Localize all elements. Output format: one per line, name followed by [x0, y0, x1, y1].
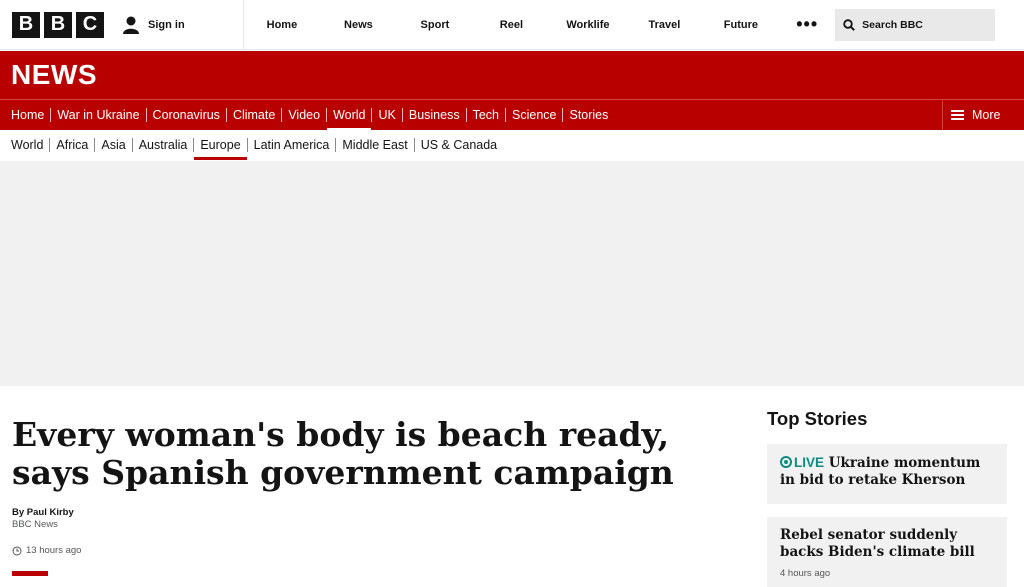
nav-more-label: More [972, 108, 1001, 122]
headline-line-1: Every woman's body is beach ready, [12, 415, 670, 454]
subnav-us-canada[interactable]: US & Canada [415, 130, 503, 160]
top-stories-title: Top Stories [767, 408, 868, 429]
nav-more-button[interactable]: More [942, 99, 1024, 131]
subnav-australia[interactable]: Australia [133, 130, 194, 160]
article-headline: Every woman's body is beach ready, says … [12, 416, 712, 492]
top-nav-travel[interactable]: Travel [626, 19, 703, 31]
nav-war-in-ukraine[interactable]: War in Ukraine [51, 100, 145, 131]
article-org: BBC News [12, 519, 58, 530]
top-story-time: 4 hours ago [780, 568, 831, 579]
hamburger-icon [951, 110, 964, 120]
top-story-headline: Rebel senator suddenly backs Biden's cli… [780, 527, 975, 560]
logo-letter-c: C [76, 11, 104, 38]
sign-in-label: Sign in [148, 18, 185, 31]
nav-climate[interactable]: Climate [227, 100, 281, 131]
ad-placeholder [0, 161, 1024, 386]
more-menu-icon[interactable]: ••• [779, 14, 835, 35]
search-box[interactable]: Search BBC [835, 8, 996, 41]
top-story-item[interactable]: Rebel senator suddenly backs Biden's cli… [767, 517, 1007, 587]
news-brand[interactable]: NEWS [11, 59, 97, 91]
logo-letter-b1: B [12, 11, 40, 38]
user-icon [123, 16, 139, 34]
nav-stories[interactable]: Stories [563, 100, 614, 131]
bbc-logo[interactable]: B B C [12, 11, 104, 38]
share-tag[interactable] [12, 571, 48, 576]
live-icon [780, 456, 792, 468]
live-badge: LIVE [780, 455, 824, 470]
primary-nav: Home War in Ukraine Coronavirus Climate … [0, 99, 1024, 131]
logo-letter-b2: B [44, 11, 72, 38]
top-nav-news[interactable]: News [320, 19, 397, 31]
top-nav-worklife[interactable]: Worklife [550, 19, 627, 31]
article-byline: By Paul Kirby BBC News [12, 507, 74, 531]
bbc-top-nav: Home News Sport Reel Worklife Travel Fut… [242, 0, 780, 50]
search-label: Search BBC [862, 18, 923, 31]
subnav-latin-america[interactable]: Latin America [248, 130, 336, 160]
article-time: 13 hours ago [26, 545, 82, 556]
search-icon [843, 18, 856, 31]
top-nav-reel[interactable]: Reel [473, 19, 550, 31]
nav-tech[interactable]: Tech [467, 100, 505, 131]
headline-line-2: says Spanish government campaign [12, 453, 674, 492]
sign-in-button[interactable]: Sign in [122, 16, 185, 34]
nav-world[interactable]: World [327, 100, 372, 131]
nav-science[interactable]: Science [506, 100, 562, 131]
live-label: LIVE [794, 455, 825, 470]
article-author: By Paul Kirby [12, 507, 74, 518]
subnav-europe[interactable]: Europe [194, 130, 247, 160]
top-nav-sport[interactable]: Sport [397, 19, 474, 31]
top-story-item[interactable]: LIVE Ukraine momentum in bid to retake K… [767, 444, 1007, 504]
top-nav-future[interactable]: Future [703, 19, 780, 31]
nav-home[interactable]: Home [0, 100, 50, 131]
news-header: NEWS [0, 51, 1024, 99]
subnav-world[interactable]: World [0, 130, 49, 160]
nav-business[interactable]: Business [403, 100, 466, 131]
secondary-nav: World Africa Asia Australia Europe Latin… [0, 130, 1024, 160]
bbc-topbar: B B C Sign in Home News Sport Reel Workl… [0, 0, 1024, 50]
subnav-africa[interactable]: Africa [50, 130, 94, 160]
nav-uk[interactable]: UK [372, 100, 401, 131]
nav-video[interactable]: Video [282, 100, 326, 131]
nav-coronavirus[interactable]: Coronavirus [147, 100, 226, 131]
top-nav-home[interactable]: Home [244, 19, 321, 31]
subnav-middle-east[interactable]: Middle East [336, 130, 413, 160]
clock-icon [12, 546, 22, 555]
article-timestamp: 13 hours ago [12, 545, 81, 556]
subnav-asia[interactable]: Asia [95, 130, 131, 160]
